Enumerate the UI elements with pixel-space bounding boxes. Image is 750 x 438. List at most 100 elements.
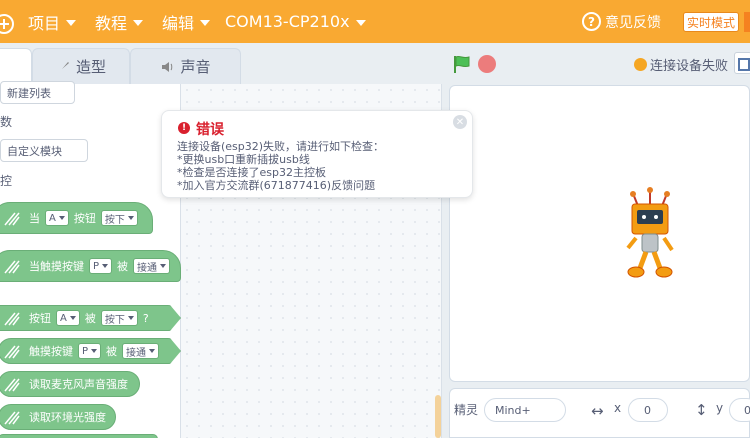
menu-project-label: 项目 xyxy=(28,13,61,33)
tab-costumes-label: 造型 xyxy=(75,58,106,76)
state-dropdown[interactable]: 按下 xyxy=(100,310,138,326)
dropdown-value: P xyxy=(82,345,89,357)
button-dropdown[interactable]: A xyxy=(45,210,69,226)
chevron-down-icon xyxy=(160,264,167,268)
menu-tutorial[interactable]: 教程 xyxy=(95,0,144,43)
category-control-label: 控 xyxy=(0,174,13,188)
chevron-down-icon xyxy=(127,316,134,320)
x-label: x xyxy=(614,401,622,415)
y-label: y xyxy=(716,401,724,415)
block-text: 被 xyxy=(117,260,129,273)
device-label: COM13-CP210x xyxy=(225,12,350,31)
arrows-vertical-icon: ↕ xyxy=(695,401,708,419)
brush-icon xyxy=(58,61,69,72)
block-text: 读取麦克风声音强度 xyxy=(29,378,128,391)
code-scrollbar[interactable] xyxy=(435,395,441,438)
layout-icon[interactable] xyxy=(734,52,750,74)
block-text: 被 xyxy=(84,312,96,325)
error-title: 错误 xyxy=(196,122,224,138)
block-icon xyxy=(4,212,20,226)
block-icon xyxy=(4,312,20,326)
add-icon[interactable] xyxy=(0,14,14,34)
dropdown-value: 接通 xyxy=(126,347,147,359)
tab-costumes[interactable]: 造型 xyxy=(32,48,130,84)
dropdown-value: A xyxy=(60,312,67,324)
block-read-light[interactable]: 读取环境光强度 xyxy=(0,404,116,430)
block-touch-connected[interactable]: 触摸按键 P 被 接通 xyxy=(0,338,181,364)
pin-dropdown[interactable]: P xyxy=(89,258,113,274)
realtime-mode-button[interactable]: 实时模式 xyxy=(683,12,740,32)
state-dropdown[interactable]: 接通 xyxy=(133,258,171,274)
pin-dropdown[interactable]: P xyxy=(78,343,102,359)
menu-tutorial-label: 教程 xyxy=(95,13,128,33)
mode-switch-edge[interactable] xyxy=(744,12,750,32)
chevron-down-icon xyxy=(149,349,156,353)
x-input[interactable]: 0 xyxy=(628,398,668,422)
connection-label: 连接设备失败 xyxy=(650,58,729,74)
category-data-label: 数 xyxy=(0,115,13,129)
make-block-button[interactable]: 自定义模块 xyxy=(0,139,88,162)
error-message-line: *更换usb口重新插拔usb线 xyxy=(177,153,310,166)
error-icon: ! xyxy=(178,122,190,134)
block-text: 当 xyxy=(29,212,40,225)
state-dropdown[interactable]: 按下 xyxy=(100,210,138,226)
make-list-button[interactable]: 新建列表 xyxy=(0,81,75,104)
dropdown-value: P xyxy=(93,260,100,272)
block-text: ? xyxy=(142,311,149,325)
robot-sprite-icon[interactable] xyxy=(620,184,680,280)
block-read-mic[interactable]: 读取麦克风声音强度 xyxy=(0,371,140,397)
button-dropdown[interactable]: A xyxy=(56,310,80,326)
dropdown-value: 接通 xyxy=(137,262,158,274)
green-flag-icon[interactable] xyxy=(452,54,472,74)
arrows-horizontal-icon: ↔ xyxy=(591,402,604,420)
stop-icon[interactable] xyxy=(478,55,496,73)
tab-sounds[interactable]: 声音 xyxy=(130,48,241,84)
speaker-icon xyxy=(162,61,173,72)
editor-tabs: 造型 声音 xyxy=(0,43,450,84)
chevron-down-icon xyxy=(66,19,77,26)
question-icon: ? xyxy=(582,12,601,31)
menu-project[interactable]: 项目 xyxy=(28,0,77,43)
chevron-down-icon xyxy=(69,316,76,320)
block-text: 当触摸按键 xyxy=(29,260,84,273)
block-button-pressed[interactable]: 按钮 A 被 按下 ? xyxy=(0,305,181,331)
block-when-touch[interactable]: 当触摸按键 P 被 接通 xyxy=(0,250,181,282)
error-message-line: *加入官方交流群(671877416)反馈问题 xyxy=(177,179,376,192)
block-icon xyxy=(4,345,20,359)
dropdown-value: 按下 xyxy=(104,214,125,226)
feedback-button[interactable]: ? 意见反馈 xyxy=(582,0,661,43)
sprite-name-input[interactable]: Mind+ xyxy=(484,398,566,422)
dropdown-value: A xyxy=(49,212,56,224)
tab-sounds-label: 声音 xyxy=(180,58,211,76)
tab-code[interactable] xyxy=(0,48,32,84)
block-partial[interactable] xyxy=(0,434,158,438)
menu-bar: 项目 教程 编辑 COM13-CP210x ? 意见反馈 实时模式 xyxy=(0,0,750,43)
connection-status[interactable]: 连接设备失败 xyxy=(634,54,728,74)
feedback-label: 意见反馈 xyxy=(605,14,661,31)
chevron-down-icon xyxy=(133,19,144,26)
block-text: 触摸按键 xyxy=(29,345,73,358)
sprite-label: 精灵 xyxy=(454,403,479,417)
block-icon xyxy=(4,378,20,392)
stage[interactable] xyxy=(449,85,750,382)
chevron-down-icon xyxy=(127,216,134,220)
block-text: 被 xyxy=(106,345,118,358)
status-dot-icon xyxy=(634,57,647,71)
block-when-button[interactable]: 当 A 按钮 按下 xyxy=(0,202,153,234)
error-message-line: 连接设备(esp32)失败，请进行如下检查： xyxy=(177,140,385,153)
block-text: 读取环境光强度 xyxy=(29,411,106,424)
chevron-down-icon xyxy=(102,264,109,268)
block-icon xyxy=(4,260,20,274)
menu-edit-label: 编辑 xyxy=(162,13,195,33)
menu-device[interactable]: COM13-CP210x xyxy=(225,0,366,43)
chevron-down-icon xyxy=(200,19,211,26)
menu-edit[interactable]: 编辑 xyxy=(162,0,211,43)
block-icon xyxy=(4,411,20,425)
y-input[interactable]: 0 xyxy=(729,398,750,422)
block-text: 按钮 xyxy=(73,212,96,225)
state-dropdown[interactable]: 接通 xyxy=(122,343,160,359)
block-text: 按钮 xyxy=(29,312,51,325)
close-icon[interactable]: ✕ xyxy=(453,115,467,129)
chevron-down-icon xyxy=(58,216,65,220)
chevron-down-icon xyxy=(91,349,98,353)
